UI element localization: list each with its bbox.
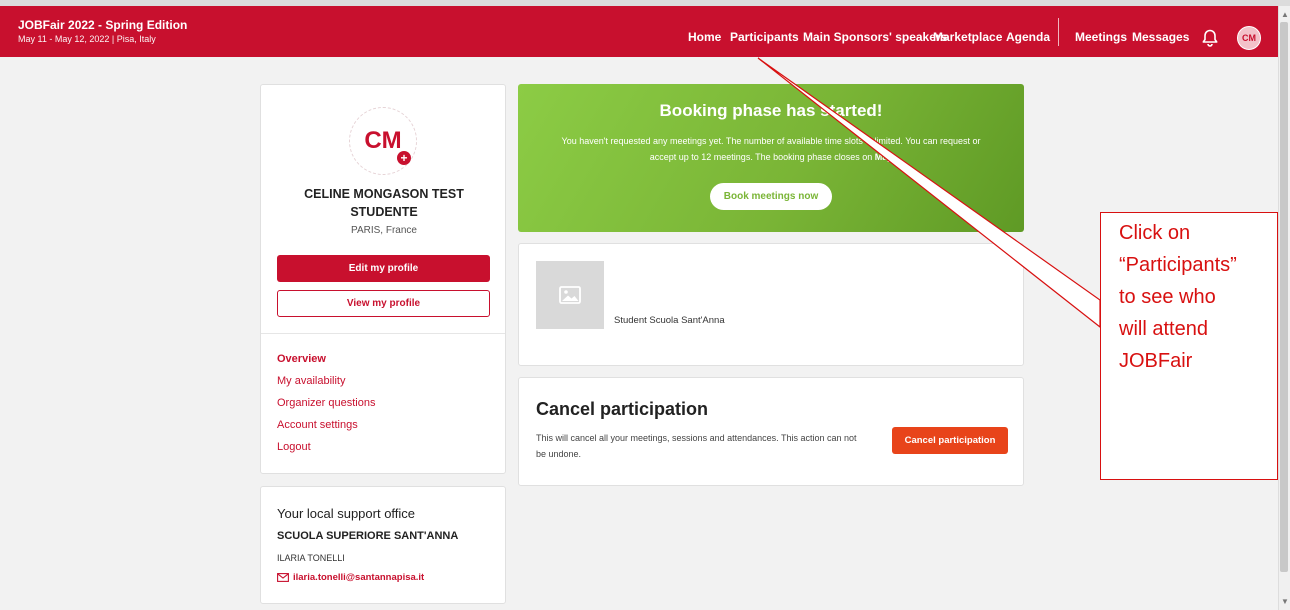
callout-line-3: to see who — [1119, 286, 1216, 308]
callout-line-2: “Participants” — [1119, 254, 1237, 276]
callout-text: Click on “Participants” to see who will … — [1119, 217, 1279, 377]
callout-box: Click on “Participants” to see who will … — [1100, 212, 1278, 480]
callout-pointer — [757, 57, 1101, 329]
callout-line-1: Click on — [1119, 222, 1191, 244]
callout-line-5: JOBFair — [1119, 350, 1193, 372]
callout-line-4: will attend — [1119, 318, 1208, 340]
